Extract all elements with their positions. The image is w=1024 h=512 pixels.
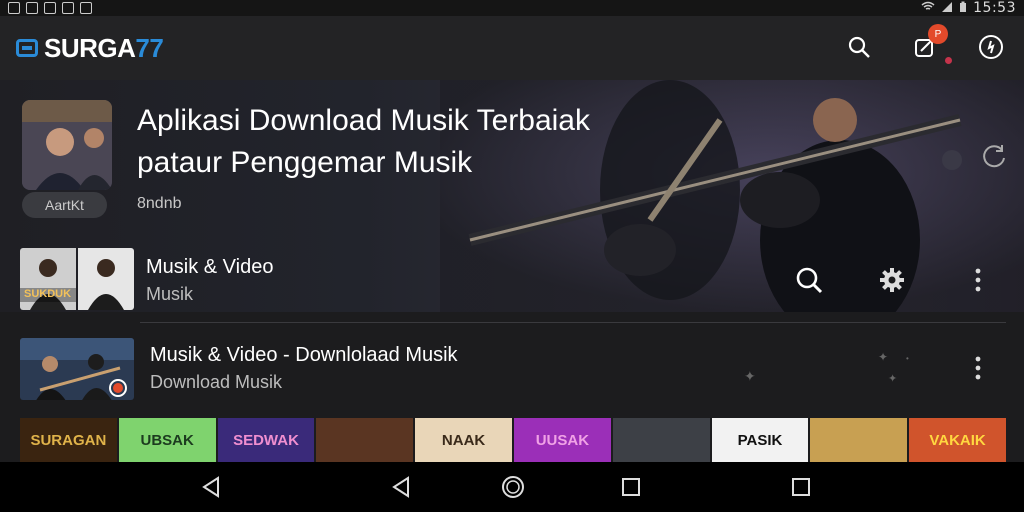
list-item-thumbnail [20,338,134,400]
status-dot [945,57,952,64]
sparkle-icon: ✦ [888,373,898,385]
logo-text: SURGA [44,32,136,63]
list-item-thumbnail: SUKDUK [20,248,134,310]
album-tile[interactable]: NAAK [415,418,512,462]
sparkle-icon: • [906,354,909,363]
list-item[interactable]: SUKDUK Musik & Video Musik [0,240,1024,320]
battery-icon [959,1,967,16]
notifications-button[interactable]: P [910,24,952,64]
hero-title-line-1: Aplikasi Download Musik Terbaiak [137,104,590,137]
list-item[interactable]: Musik & Video - Downlolaad Musik Downloa… [0,330,1024,410]
status-icons-left [8,2,92,14]
album-tile-label: NAAK [441,431,486,449]
hero-subtitle: 8ndnb [137,195,182,212]
search-icon [848,36,870,58]
app-bar: SURGA 77 P [0,16,1024,80]
refresh-icon [983,145,1005,168]
back-icon [202,476,219,498]
notification-icon [8,2,20,14]
more-options-button[interactable] [970,354,986,387]
thumbnail-caption: SUKDUK [24,288,72,300]
search-icon [796,267,823,294]
album-tile[interactable]: PASIK [711,418,809,462]
home-button[interactable] [500,474,526,500]
notification-icon [44,2,56,14]
back-button[interactable] [388,474,414,500]
back-button[interactable] [198,474,224,500]
info-icon [979,35,1003,59]
info-button[interactable] [976,32,1006,62]
back-icon [392,476,409,498]
album-tile[interactable]: UBSAK [118,418,216,462]
refresh-button[interactable] [980,142,1008,175]
album-tile[interactable] [316,418,414,462]
search-button[interactable] [844,32,874,62]
category-chip[interactable]: AartKt [22,192,107,218]
wifi-icon [921,1,935,16]
album-tile[interactable] [612,418,710,462]
album-tile[interactable]: SURAGAN [20,418,117,462]
album-tile[interactable]: VAKAIK [909,418,1006,462]
divider [140,322,1006,323]
list-item-title: Musik & Video [146,256,274,278]
notification-icon [26,2,38,14]
recents-icon [622,478,640,496]
hero-thumbnail [22,100,112,190]
hero-title-line-2: pataur Penggemar Musik [137,146,473,179]
more-vert-icon [975,356,981,380]
album-tile[interactable]: UUSAK [513,418,611,462]
recents-button[interactable] [618,474,644,500]
album-tile[interactable] [810,418,908,462]
logo-accent-text: 77 [135,32,164,63]
navigation-bar [0,462,1024,512]
album-tile-label: UBSAK [140,431,194,449]
more-options-button[interactable] [970,266,986,299]
home-icon [502,476,524,498]
clock: 15:53 [973,0,1016,16]
album-tile-label: VAKAIK [929,431,986,449]
gear-icon [880,268,904,292]
album-tile-label: SEDWAK [233,431,299,449]
recents-button[interactable] [788,474,814,500]
album-tile-label: SURAGAN [30,431,107,449]
hero-title: Aplikasi Download Musik Terbaiak pataur … [137,100,657,184]
status-icons-right: 15:53 [921,0,1016,16]
signal-icon [941,1,953,16]
album-tile[interactable]: SEDWAK [217,418,315,462]
album-tile-label: PASIK [737,431,783,449]
settings-button[interactable] [878,266,906,299]
search-button[interactable] [794,266,824,299]
album-strip: SURAGAN UBSAK SEDWAK NAAK UUSAK PASIK VAKAIK [20,418,1006,462]
notification-badge: P [928,24,948,44]
sparkle-icon: ✦ [878,350,889,364]
notification-icon [80,2,92,14]
logo-icon [16,39,38,57]
more-vert-icon [975,268,981,292]
notification-icon [62,2,74,14]
sparkle-icon: ✦ [744,368,756,384]
status-bar: 15:53 [0,0,1024,16]
list-item-title: Musik & Video - Downlolaad Musik [150,344,458,366]
list-item-subtitle: Musik [146,284,194,304]
app-logo[interactable]: SURGA 77 [16,32,164,64]
album-tile-label: UUSAK [535,431,590,449]
list-item-subtitle: Download Musik [150,372,283,392]
recents-icon [792,478,810,496]
